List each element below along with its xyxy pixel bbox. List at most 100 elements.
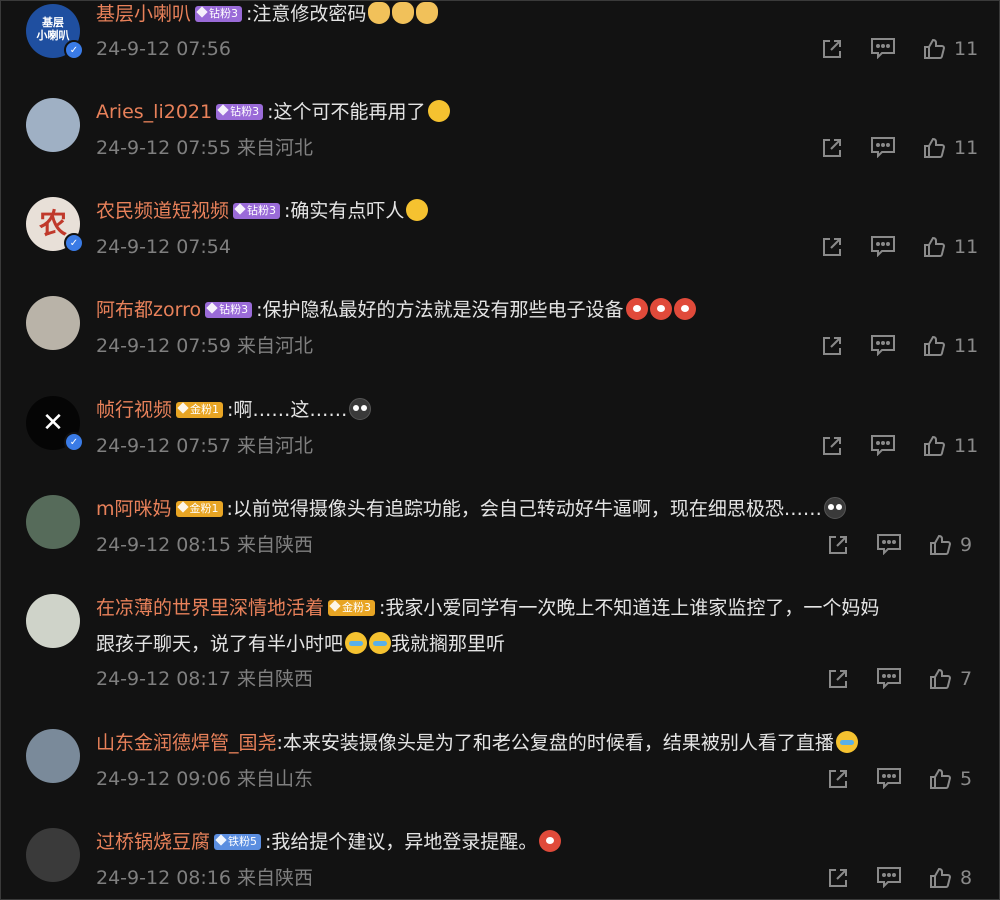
comment-timestamp: 24-9-12 07:57 bbox=[96, 435, 231, 457]
comment-location: 来自河北 bbox=[236, 335, 313, 357]
fan-badge-icon bbox=[234, 203, 246, 215]
like-icon[interactable] bbox=[928, 866, 952, 890]
comment-location: 来自山东 bbox=[236, 768, 313, 790]
share-icon[interactable] bbox=[826, 866, 850, 890]
comment-timestamp: 24-9-12 09:06 bbox=[96, 768, 231, 790]
avatar[interactable] bbox=[26, 98, 80, 152]
comment-content: 山东金润德焊管_国尧:本来安装摄像头是为了和老公复盘的时候看，结果被别人看了直播 bbox=[96, 730, 858, 756]
username-link[interactable]: 山东金润德焊管_国尧 bbox=[96, 732, 277, 754]
verified-icon: ✓ bbox=[64, 40, 84, 60]
comment-timestamp: 24-9-12 07:56 bbox=[96, 38, 231, 60]
like-icon[interactable] bbox=[922, 434, 946, 458]
avatar[interactable] bbox=[26, 495, 80, 549]
username-link[interactable]: 阿布都zorro bbox=[96, 299, 201, 321]
username-link[interactable]: 在凉薄的世界里深情地活着 bbox=[96, 597, 324, 619]
comment-timestamp: 24-9-12 08:16 bbox=[96, 867, 231, 889]
sweat-emoji-icon bbox=[427, 100, 450, 122]
reply-icon[interactable] bbox=[870, 235, 896, 259]
comment-actions: 11 bbox=[820, 333, 978, 359]
fan-badge[interactable]: 金粉3 bbox=[328, 600, 376, 616]
reply-icon[interactable] bbox=[870, 37, 896, 61]
like-count: 11 bbox=[954, 435, 979, 457]
share-icon[interactable] bbox=[820, 334, 844, 358]
fan-badge-label: 钻粉3 bbox=[230, 105, 260, 118]
comment-location: 来自河北 bbox=[236, 435, 313, 457]
comment-meta: 24-9-12 08:15 来自陕西 bbox=[96, 532, 313, 558]
comment-meta: 24-9-12 07:57 来自河北 bbox=[96, 433, 313, 459]
comment-location: 来自陕西 bbox=[236, 668, 313, 690]
like-icon[interactable] bbox=[922, 136, 946, 160]
comment-actions: 11 bbox=[820, 135, 978, 161]
fan-badge-icon bbox=[329, 600, 341, 612]
verified-icon: ✓ bbox=[64, 233, 84, 253]
fan-badge[interactable]: 钻粉3 bbox=[216, 104, 264, 120]
comment-location: 来自陕西 bbox=[236, 867, 313, 889]
like-icon[interactable] bbox=[928, 767, 952, 791]
like-icon[interactable] bbox=[922, 37, 946, 61]
comment-text-continued: 跟孩子聊天，说了有半小时吧 bbox=[96, 633, 344, 655]
avatar[interactable] bbox=[26, 594, 80, 648]
comment-location: 来自河北 bbox=[236, 137, 313, 159]
comment-text-tail: 我就搁那里听 bbox=[391, 633, 506, 655]
like-icon[interactable] bbox=[928, 667, 952, 691]
comment-timestamp: 24-9-12 08:15 bbox=[96, 534, 231, 556]
fan-badge-icon bbox=[217, 104, 229, 116]
fan-badge[interactable]: 铁粉5 bbox=[214, 834, 262, 850]
comment-content: 帧行视频 金粉1:啊……这…… bbox=[96, 397, 372, 423]
avatar[interactable] bbox=[26, 828, 80, 882]
share-icon[interactable] bbox=[820, 136, 844, 160]
sweat-emoji-icon bbox=[406, 199, 429, 221]
username-link[interactable]: 农民频道短视频 bbox=[96, 200, 229, 222]
comment-timestamp: 24-9-12 08:17 bbox=[96, 668, 231, 690]
comment-text: :确实有点吓人 bbox=[284, 200, 405, 222]
comment-content: m阿咪妈 金粉1:以前觉得摄像头有追踪功能，会自己转动好牛逼啊，现在细思极恐…… bbox=[96, 496, 846, 522]
fan-badge[interactable]: 金粉1 bbox=[175, 501, 223, 517]
reply-icon[interactable] bbox=[876, 767, 902, 791]
fan-badge[interactable]: 金粉1 bbox=[176, 402, 224, 418]
comment-text: :这个可不能再用了 bbox=[267, 101, 426, 123]
reply-icon[interactable] bbox=[870, 136, 896, 160]
reply-icon[interactable] bbox=[876, 533, 902, 557]
comment-text: :我家小爱同学有一次晚上不知道连上谁家监控了，一个妈妈 bbox=[379, 597, 880, 619]
avatar[interactable] bbox=[26, 296, 80, 350]
username-link[interactable]: Aries_li2021 bbox=[96, 101, 212, 123]
reply-icon[interactable] bbox=[870, 334, 896, 358]
comment-content: 在凉薄的世界里深情地活着 金粉3:我家小爱同学有一次晚上不知道连上谁家监控了，一个… bbox=[96, 595, 879, 621]
fan-badge-icon bbox=[177, 402, 189, 414]
share-icon[interactable] bbox=[826, 767, 850, 791]
share-icon[interactable] bbox=[826, 667, 850, 691]
like-count: 11 bbox=[954, 335, 979, 357]
username-link[interactable]: m阿咪妈 bbox=[96, 498, 172, 520]
fan-badge-icon bbox=[215, 834, 227, 846]
avatar[interactable] bbox=[26, 729, 80, 783]
cat-emoji-icon bbox=[392, 2, 415, 24]
weibo-emoji-icon bbox=[673, 298, 696, 320]
reply-icon[interactable] bbox=[870, 434, 896, 458]
share-icon[interactable] bbox=[820, 37, 844, 61]
comment-content: 基层小喇叭 钻粉3:注意修改密码 bbox=[96, 1, 439, 27]
username-link[interactable]: 基层小喇叭 bbox=[96, 3, 191, 25]
share-icon[interactable] bbox=[820, 434, 844, 458]
comment-text: :我给提个建议，异地登录提醒。 bbox=[265, 831, 538, 853]
fan-badge[interactable]: 钻粉3 bbox=[233, 203, 281, 219]
like-icon[interactable] bbox=[928, 533, 952, 557]
like-icon[interactable] bbox=[922, 334, 946, 358]
like-icon[interactable] bbox=[922, 235, 946, 259]
like-count: 11 bbox=[954, 38, 979, 60]
cat-emoji-icon bbox=[368, 2, 391, 24]
username-link[interactable]: 帧行视频 bbox=[96, 399, 172, 421]
shock-emoji-icon bbox=[823, 497, 846, 519]
comment-location: 来自陕西 bbox=[236, 534, 313, 556]
comment-timestamp: 24-9-12 07:55 bbox=[96, 137, 231, 159]
comment-text: :保护隐私最好的方法就是没有那些电子设备 bbox=[256, 299, 624, 321]
share-icon[interactable] bbox=[826, 533, 850, 557]
reply-icon[interactable] bbox=[876, 667, 902, 691]
comment-meta: 24-9-12 09:06 来自山东 bbox=[96, 766, 313, 792]
weibo-emoji-icon bbox=[649, 298, 672, 320]
share-icon[interactable] bbox=[820, 235, 844, 259]
fan-badge[interactable]: 钻粉3 bbox=[205, 302, 253, 318]
reply-icon[interactable] bbox=[876, 866, 902, 890]
username-link[interactable]: 过桥锅烧豆腐 bbox=[96, 831, 210, 853]
fan-badge[interactable]: 钻粉3 bbox=[195, 6, 243, 22]
comment-meta: 24-9-12 07:54 bbox=[96, 234, 231, 260]
